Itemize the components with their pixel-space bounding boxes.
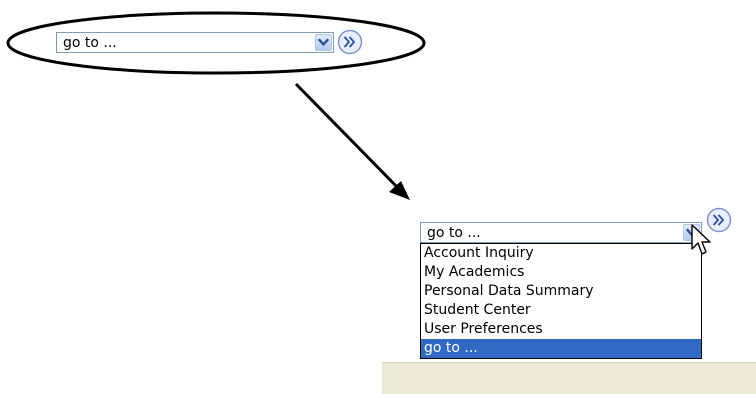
option-my-academics[interactable]: My Academics (421, 263, 701, 282)
option-student-center[interactable]: Student Center (421, 301, 701, 320)
goto-select-expanded[interactable]: go to ... (420, 222, 702, 243)
bottom-toolbar-strip (382, 362, 756, 394)
option-account-inquiry[interactable]: Account Inquiry (421, 244, 701, 263)
goto-select-value: go to ... (63, 35, 117, 51)
toolbar-strip-edge (382, 362, 756, 363)
annotation-arrow (294, 82, 402, 192)
goto-select-value: go to ... (427, 225, 481, 241)
goto-select-collapsed[interactable]: go to ... (56, 32, 334, 53)
mouse-pointer-icon (691, 224, 711, 255)
option-personal-data-summary[interactable]: Personal Data Summary (421, 282, 701, 301)
goto-options-list: Account Inquiry My Academics Personal Da… (420, 243, 702, 359)
option-user-preferences[interactable]: User Preferences (421, 320, 701, 339)
double-chevron-right-icon[interactable] (337, 29, 363, 55)
option-go-to[interactable]: go to ... (421, 339, 701, 358)
chevron-down-icon[interactable] (315, 34, 332, 51)
